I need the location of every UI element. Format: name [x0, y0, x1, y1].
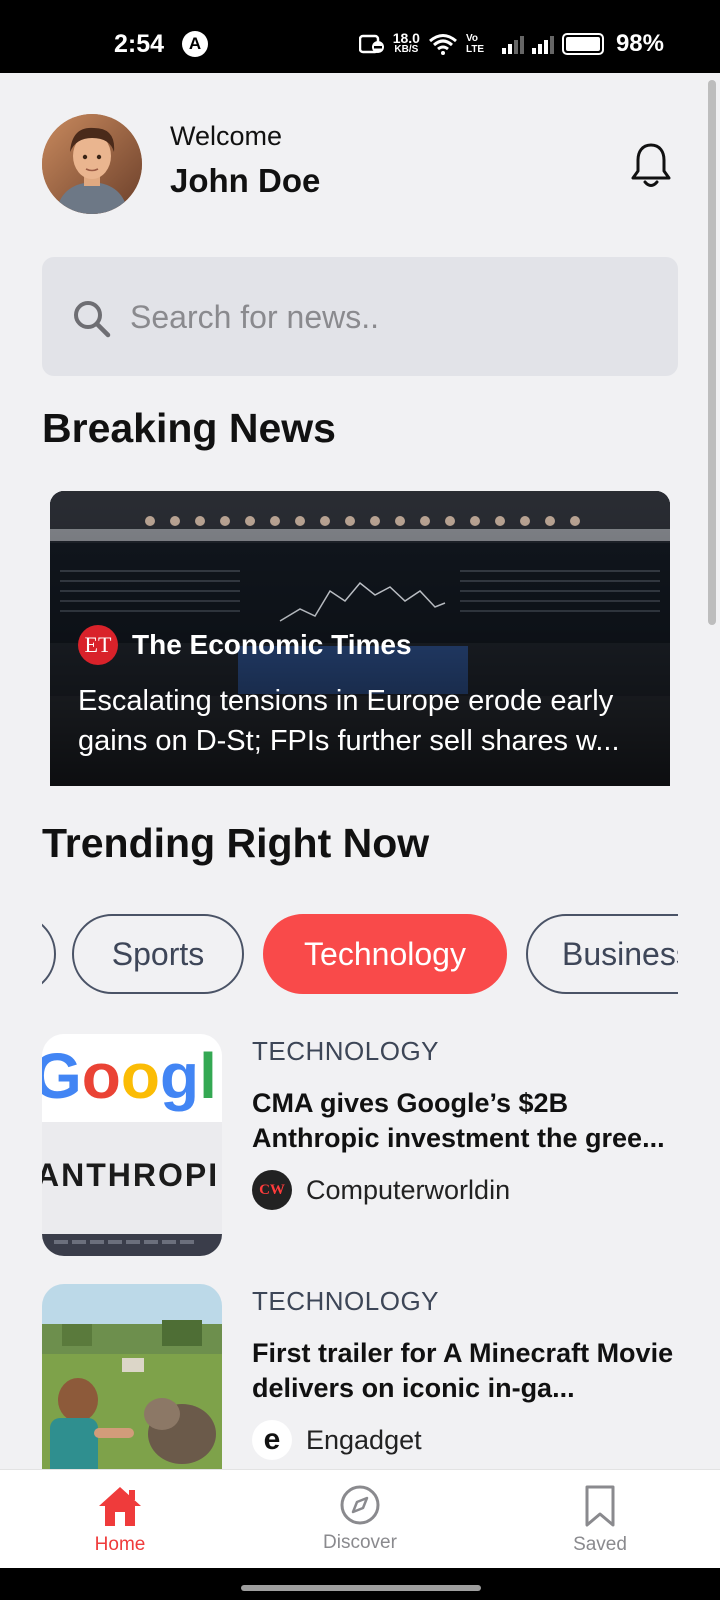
nav-discover[interactable]: Discover	[290, 1484, 430, 1554]
news-source-name: Engadget	[306, 1424, 422, 1455]
bottom-navigation: Home Discover Saved	[0, 1469, 720, 1568]
trending-title: Trending Right Now	[42, 820, 430, 866]
breaking-source-name: The Economic Times	[132, 629, 412, 660]
nav-saved[interactable]: Saved	[530, 1484, 670, 1556]
welcome-label: Welcome	[170, 121, 283, 151]
news-category: TECHNOLOGY	[252, 1286, 440, 1316]
gesture-handle[interactable]	[241, 1585, 481, 1591]
svg-text:Googl: Googl	[42, 1040, 217, 1112]
bookmark-icon	[585, 1485, 615, 1527]
notification-bell-icon[interactable]	[629, 141, 673, 191]
signal-bars-2-icon	[531, 34, 554, 54]
news-source-name: Computerworldin	[306, 1174, 511, 1205]
signal-bars-1-icon	[501, 34, 524, 54]
chip-label: Business	[562, 935, 678, 972]
net-speed: 18.0 KB/S	[392, 30, 420, 56]
search-bar[interactable]	[42, 257, 678, 376]
app-notification-icon: A	[182, 31, 208, 57]
breaking-source: ET The Economic Times	[78, 625, 412, 665]
chip-technology[interactable]: Technology	[263, 914, 507, 994]
thumb-g: G	[42, 1040, 82, 1112]
nav-home[interactable]: Home	[50, 1484, 190, 1556]
scrollbar[interactable]	[708, 80, 716, 625]
engadget-logo: e	[252, 1420, 292, 1460]
news-thumbnail: Googl ANTHROPI	[42, 1034, 222, 1256]
news-item[interactable]: TECHNOLOGY First trailer for A Minecraft…	[42, 1284, 682, 1469]
news-title: First trailer for A Minecraft Movie deli…	[252, 1338, 674, 1403]
news-source: e Engadget	[252, 1420, 422, 1460]
engadget-logo-text: e	[263, 1423, 281, 1456]
chip-previous-partial[interactable]	[42, 914, 56, 994]
avatar-image	[42, 114, 142, 214]
economic-times-logo: ET	[78, 625, 118, 665]
avatar[interactable]	[42, 114, 142, 214]
breaking-news-card[interactable]: ET The Economic Times Escalating tension…	[50, 491, 670, 786]
chip-business[interactable]: Business	[526, 914, 678, 994]
google-anthropic-image: Googl ANTHROPI	[42, 1034, 222, 1256]
breaking-headline: Escalating tensions in Europe erode earl…	[78, 685, 620, 757]
chip-label: Sports	[111, 935, 205, 972]
gesture-area	[0, 1568, 720, 1600]
wifi-icon	[428, 34, 457, 55]
computerworld-logo-text: CW	[259, 1181, 285, 1198]
chip-label: Technology	[304, 935, 466, 972]
status-icons: 18.0 KB/S Vo LTE 98%	[358, 30, 664, 58]
battery-icon	[561, 33, 604, 55]
home-icon	[99, 1487, 141, 1526]
breaking-news-title: Breaking News	[42, 405, 336, 451]
chip-sports[interactable]: Sports	[72, 914, 244, 994]
news-thumbnail	[42, 1284, 222, 1469]
computerworld-logo: CW	[252, 1170, 292, 1210]
net-speed-value: 18.0	[392, 30, 420, 46]
news-category: TECHNOLOGY	[252, 1036, 440, 1066]
nav-discover-label: Discover	[323, 1532, 397, 1553]
search-input[interactable]	[130, 295, 650, 339]
search-icon	[74, 301, 111, 338]
net-speed-unit: KB/S	[394, 44, 419, 55]
news-source: CW Computerworldin	[252, 1170, 510, 1210]
user-name: John Doe	[170, 162, 321, 199]
news-title: CMA gives Google’s $2B Anthropic investm…	[252, 1088, 665, 1153]
status-bar: 2:54 A 18.0 KB/S Vo LTE 98%	[0, 0, 720, 73]
battery-percent: 98%	[615, 30, 664, 57]
nav-home-label: Home	[94, 1534, 146, 1555]
volte-indicator: Vo LTE	[465, 33, 485, 55]
svg-text:ANTHROPI: ANTHROPI	[42, 1157, 219, 1193]
compass-icon	[340, 1485, 380, 1525]
category-chips: Sports Technology Business	[42, 912, 678, 996]
status-time: 2:54	[114, 30, 165, 58]
news-item[interactable]: Googl ANTHROPI TECHNOLOGY CMA gives Goog…	[42, 1034, 682, 1256]
minecraft-movie-image	[42, 1284, 222, 1469]
nav-saved-label: Saved	[573, 1534, 627, 1555]
do-not-disturb-icon	[358, 34, 384, 54]
